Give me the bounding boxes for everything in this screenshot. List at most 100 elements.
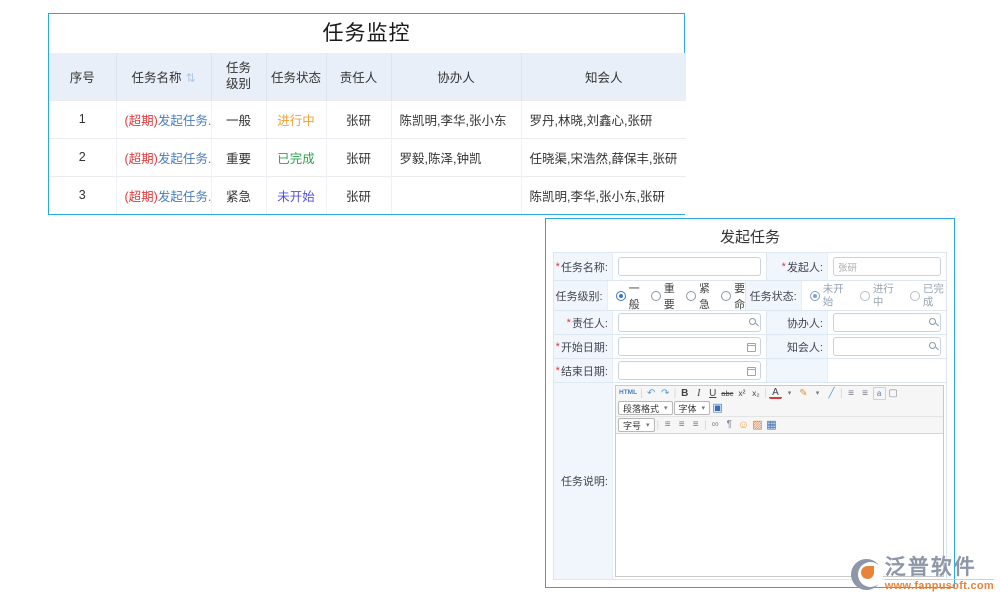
end-date-input[interactable]	[618, 361, 761, 380]
radio-icon[interactable]	[616, 291, 626, 301]
align-right-icon[interactable]: ≡	[689, 419, 702, 432]
task-link[interactable]: 发起任务...	[158, 114, 211, 128]
link-icon[interactable]: ∞	[709, 419, 722, 432]
redo-icon[interactable]: ↷	[659, 387, 672, 400]
level-radio-group: 一般 重要 紧急 要命	[608, 280, 746, 312]
informed-label: 知会人:	[766, 335, 828, 358]
font-size-select[interactable]: 字号▾	[618, 418, 655, 432]
underline-icon[interactable]: U	[706, 387, 719, 400]
font-family-select[interactable]: 字体▾	[674, 401, 711, 415]
col-header-status: 任务状态	[266, 53, 326, 100]
initiator-label: *发起人:	[766, 253, 828, 280]
task-table: 序号 任务名称⇅ 任务级别 任务状态 责任人 协办人 知会人 1 (超期)发起任…	[49, 53, 686, 214]
level-radio-urgent[interactable]: 紧急	[686, 280, 710, 312]
table-row: 3 (超期)发起任务... 紧急 未开始 张研 陈凯明,李华,张小东,张研	[49, 176, 686, 214]
table-header-row: 序号 任务名称⇅ 任务级别 任务状态 责任人 协办人 知会人	[49, 53, 686, 100]
toolbar-separator: |	[764, 388, 767, 399]
task-name-input[interactable]	[618, 257, 761, 276]
radio-icon[interactable]	[686, 291, 696, 301]
cell-collaborator: 陈凯明,李华,张小东	[391, 100, 521, 138]
calendar-icon[interactable]	[747, 367, 756, 376]
cell-collaborator: 罗毅,陈泽,钟凯	[391, 138, 521, 176]
subscript-icon[interactable]: x₂	[749, 387, 762, 400]
cell-status: 进行中	[266, 100, 326, 138]
toolbar-separator: |	[840, 388, 843, 399]
form-row-owner-collab: *责任人: 协办人:	[554, 311, 946, 335]
search-icon[interactable]	[749, 318, 756, 325]
task-name-label: *任务名称:	[554, 253, 613, 280]
highlight-icon[interactable]: ✎	[797, 387, 810, 400]
search-icon[interactable]	[929, 318, 936, 325]
start-date-input[interactable]	[618, 337, 761, 356]
level-radio-general[interactable]: 一般	[616, 280, 640, 312]
insert-image-icon[interactable]: ▨	[751, 419, 764, 432]
radio-icon[interactable]	[860, 291, 870, 301]
level-radio-critical[interactable]: 要命	[721, 280, 745, 312]
owner-input[interactable]	[618, 313, 761, 332]
col-header-collaborator: 协办人	[391, 53, 521, 100]
chevron-down-icon: ▾	[664, 404, 668, 412]
radio-icon[interactable]	[810, 291, 820, 301]
superscript-icon[interactable]: x²	[735, 387, 748, 400]
new-page-icon[interactable]: ▢	[887, 387, 900, 400]
align-center-icon[interactable]: ≡	[675, 419, 688, 432]
cell-owner: 张研	[326, 176, 391, 214]
toolbar-separator: |	[704, 420, 707, 431]
cell-task-name: (超期)发起任务...	[116, 138, 211, 176]
sort-icon[interactable]: ⇅	[185, 71, 195, 85]
insert-media-icon[interactable]: ▦	[765, 419, 778, 432]
cell-status: 已完成	[266, 138, 326, 176]
level-radio-important[interactable]: 重要	[651, 280, 675, 312]
task-link[interactable]: 发起任务...	[158, 152, 211, 166]
align-left-icon[interactable]: ≡	[661, 419, 674, 432]
editor-content-area[interactable]	[616, 434, 943, 576]
collaborator-input[interactable]	[833, 313, 941, 332]
cell-owner: 张研	[326, 100, 391, 138]
cell-task-name: (超期)发起任务...	[116, 176, 211, 214]
emoji-icon[interactable]: ☺	[737, 419, 750, 432]
fanpu-logo-icon	[851, 559, 882, 590]
strikethrough-icon[interactable]: abc	[720, 387, 734, 400]
source-code-icon[interactable]: HTML	[618, 387, 638, 400]
radio-icon[interactable]	[721, 291, 731, 301]
col-header-task-name[interactable]: 任务名称 ⇅	[116, 53, 211, 100]
owner-label: *责任人:	[554, 311, 613, 334]
cell-collaborator	[391, 176, 521, 214]
highlight-caret-icon[interactable]: ▾	[811, 387, 824, 400]
font-color-icon[interactable]: A	[769, 389, 782, 399]
overdue-tag: (超期)	[125, 152, 158, 166]
anchor-icon[interactable]: a	[873, 387, 886, 400]
status-radio-done[interactable]: 已完成	[910, 283, 946, 307]
paragraph-mark-icon[interactable]: ¶	[723, 419, 736, 432]
status-radio-not-started[interactable]: 未开始	[810, 283, 846, 307]
task-link[interactable]: 发起任务...	[158, 190, 211, 204]
unordered-list-icon[interactable]: ≡	[859, 387, 872, 400]
calendar-icon[interactable]	[747, 343, 756, 352]
bold-icon[interactable]: B	[678, 387, 691, 400]
italic-icon[interactable]: I	[692, 387, 705, 400]
cell-informed: 陈凯明,李华,张小东,张研	[521, 176, 686, 214]
table-row: 2 (超期)发起任务... 重要 已完成 张研 罗毅,陈泽,钟凯 任晓渠,宋浩然…	[49, 138, 686, 176]
description-label: 任务说明:	[554, 383, 613, 579]
informed-input[interactable]	[833, 337, 941, 356]
cell-task-name: (超期)发起任务...	[116, 100, 211, 138]
radio-icon[interactable]	[651, 291, 661, 301]
cell-status: 未开始	[266, 176, 326, 214]
initiator-input[interactable]: 张研	[833, 257, 941, 276]
paragraph-format-select[interactable]: 段落格式▾	[618, 401, 673, 415]
fullscreen-icon[interactable]: ▣	[711, 402, 724, 415]
ordered-list-icon[interactable]: ≡	[845, 387, 858, 400]
overdue-tag: (超期)	[125, 190, 158, 204]
status-radio-group: 未开始 进行中 已完成	[802, 283, 946, 307]
editor-toolbar-row2: 字号▾ | ≡ ≡ ≡ | ∞ ¶ ☺ ▨ ▦	[616, 417, 943, 434]
task-monitor-panel: 任务监控 序号 任务名称⇅ 任务级别 任务状态 责任人 协办人 知会人 1 (超…	[48, 13, 685, 215]
search-icon[interactable]	[929, 342, 936, 349]
font-color-caret-icon[interactable]: ▾	[783, 387, 796, 400]
status-radio-in-progress[interactable]: 进行中	[860, 283, 896, 307]
radio-icon[interactable]	[910, 291, 920, 301]
level-label: 任务级别:	[554, 281, 608, 310]
clear-format-icon[interactable]: ╱	[825, 387, 838, 400]
col-header-task-name-label: 任务名称	[131, 71, 181, 85]
form-row-start-informed: *开始日期: 知会人:	[554, 335, 946, 359]
undo-icon[interactable]: ↶	[645, 387, 658, 400]
